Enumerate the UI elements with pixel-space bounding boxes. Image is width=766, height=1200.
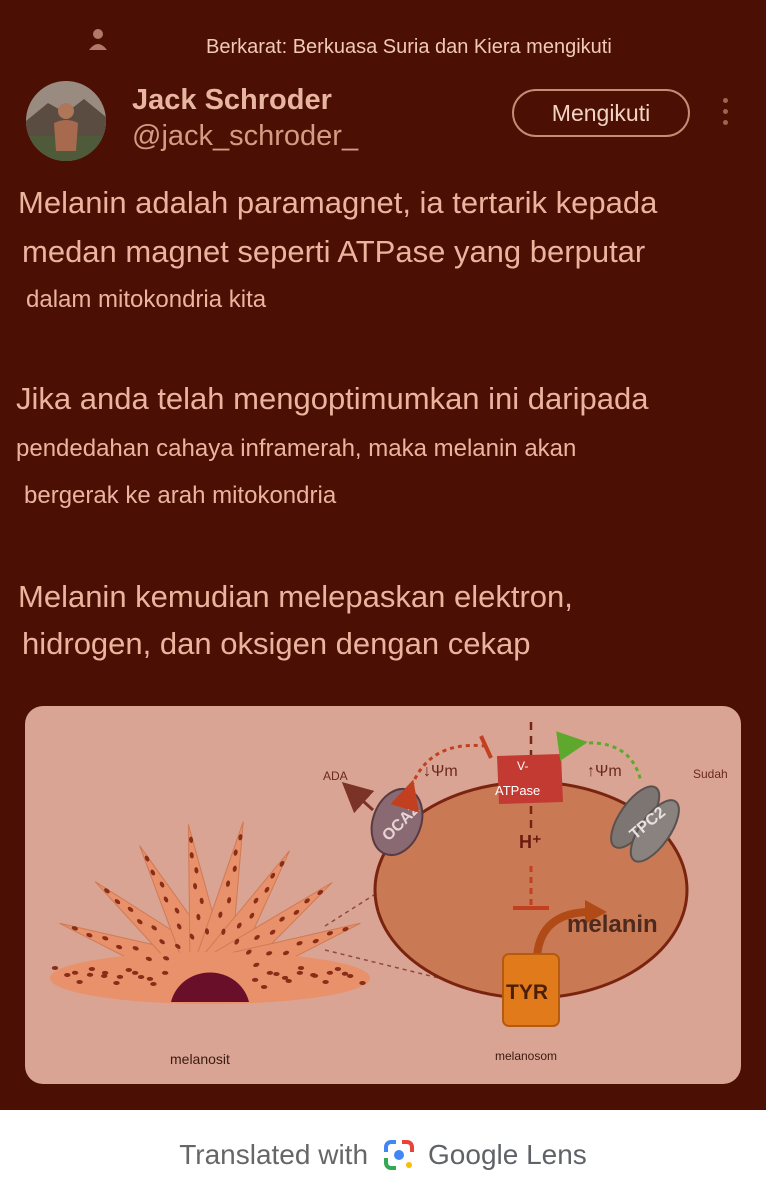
melanin-granule: [137, 975, 145, 979]
translation-footer: Translated with Google Lens: [0, 1110, 766, 1200]
melanin-granule: [347, 974, 354, 978]
v-prefix-label: V-: [517, 759, 528, 773]
melanin-granule: [310, 973, 317, 977]
melanin-granule: [150, 982, 157, 986]
tweet-line: Melanin kemudian melepaskan elektron,: [18, 579, 573, 614]
google-lens-icon: [384, 1140, 415, 1170]
sudah-label: Sudah: [693, 767, 728, 781]
psi-left-label: ↓Ψm: [423, 763, 458, 780]
ada-label: ADA: [323, 769, 348, 783]
melanin-granule: [297, 966, 305, 970]
melanosome-diagram: V- ATPase H⁺ OCA2 ADA ↓Ψm ↑Ψm TPC2 Sudah…: [50, 722, 728, 1067]
tweet-image[interactable]: V- ATPase H⁺ OCA2 ADA ↓Ψm ↑Ψm TPC2 Sudah…: [25, 706, 741, 1084]
person-icon: [89, 29, 107, 50]
tweet-line: bergerak ke arah mitokondria: [24, 482, 337, 509]
psi-right-label: ↑Ψm: [587, 763, 622, 780]
translated-with-text: Translated with: [179, 1139, 369, 1170]
melanin-granule: [260, 985, 268, 989]
tweet-screen: Berkarat: Berkuasa Suria dan Kiera mengi…: [0, 0, 766, 1110]
tweet-line: Jika anda telah mengoptimumkan ini darip…: [16, 381, 649, 416]
social-context-text: Berkarat: Berkuasa Suria dan Kiera mengi…: [206, 36, 612, 58]
melanin-granule: [125, 968, 132, 972]
tweet-line: medan magnet seperti ATPase yang berputa…: [22, 234, 646, 269]
melanin-granule: [322, 980, 329, 984]
melanin-granule: [285, 979, 292, 983]
melanin-granule: [273, 972, 280, 976]
tweet-line: dalam mitokondria kita: [26, 286, 267, 313]
more-vertical-icon[interactable]: [717, 98, 733, 128]
melanin-granule: [88, 967, 96, 971]
avatar-photo: [26, 81, 106, 161]
atpase-label: ATPase: [495, 783, 540, 798]
melanosome-label: melanosom: [495, 1049, 557, 1063]
melanin-granule: [64, 973, 71, 977]
melanin-granule: [113, 981, 120, 985]
melanin-granule: [334, 967, 342, 971]
avatar[interactable]: [26, 81, 106, 161]
author-name[interactable]: Jack Schroder: [132, 84, 332, 117]
melanocyte-cell: [50, 821, 370, 1004]
tweet-line: hidrogen, dan oksigen dengan cekap: [22, 626, 531, 661]
google-lens-brand: Google Lens: [428, 1139, 587, 1170]
social-context[interactable]: Berkarat: Berkuasa Suria dan Kiera mengi…: [88, 26, 748, 66]
tweet-line: Melanin adalah paramagnet, ia tertarik k…: [18, 185, 658, 220]
melanin-granule: [359, 981, 366, 985]
melanin-granule: [101, 974, 108, 978]
tyr-label: TYR: [506, 981, 548, 1004]
melanin-label: melanin: [567, 911, 658, 938]
melanocyte-label: melanosit: [170, 1051, 230, 1067]
ada-arrow: [341, 781, 375, 814]
melanin-granule: [76, 980, 83, 984]
author-handle[interactable]: @jack_schroder_: [132, 120, 358, 153]
melanin-granule: [51, 966, 59, 970]
tweet-line: pendedahan cahaya inframerah, maka melan…: [16, 435, 577, 462]
hplus-label: H⁺: [519, 832, 542, 852]
following-button[interactable]: Mengikuti: [512, 89, 690, 137]
